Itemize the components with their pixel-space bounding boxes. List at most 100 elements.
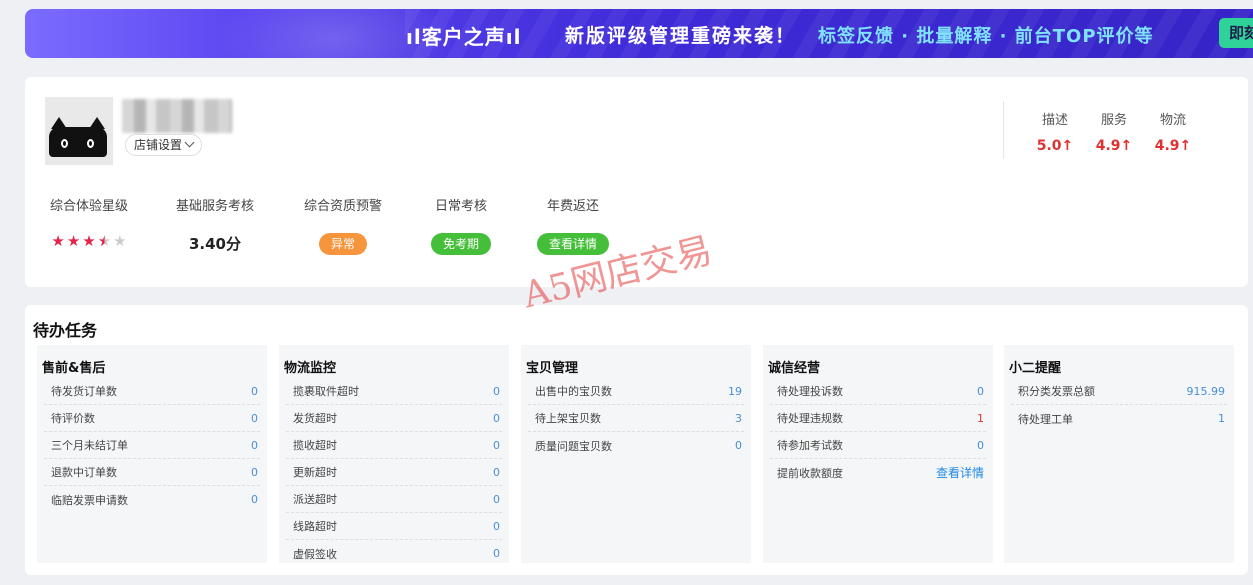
task-label: 积分类发票总额 [1018, 385, 1095, 398]
panel-title: 诚信经营 [768, 357, 827, 377]
metric-score: 3.40分 [188, 235, 241, 253]
metric-experience-stars: 综合体验星级 ★ ★ ★ ★ ★ [45, 195, 133, 249]
dsr-value: 4.9↑ [1095, 138, 1133, 154]
task-count[interactable]: 0 [493, 385, 500, 398]
panel-title: 宝贝管理 [526, 357, 585, 377]
task-count[interactable]: 0 [493, 439, 500, 452]
task-count[interactable]: 915.99 [1187, 385, 1226, 398]
task-label: 待处理违规数 [777, 412, 843, 425]
task-row[interactable]: 线路超时 0 [286, 513, 502, 540]
task-row[interactable]: 发货超时 0 [286, 405, 502, 432]
task-label: 质量问题宝贝数 [535, 439, 612, 453]
task-count[interactable]: 19 [728, 385, 742, 398]
divider [1003, 101, 1004, 159]
shop-settings-dropdown[interactable]: 店铺设置 [125, 134, 203, 156]
task-row[interactable]: 待处理违规数 1 [770, 405, 986, 432]
panel-title: 售前&售后 [42, 357, 112, 377]
task-row[interactable]: 待处理投诉数 0 [770, 378, 986, 405]
task-count[interactable]: 0 [977, 385, 984, 398]
panel-title-text: 小二提醒 [1009, 361, 1062, 376]
task-label: 虚假签收 [293, 547, 337, 561]
star-icon: ★ [51, 232, 65, 250]
shop-logo [45, 97, 113, 165]
promo-banner[interactable]: ıl客户之声ıl 新版评级管理重磅来袭！ 标签反馈 · 批量解释 · 前台TOP… [25, 9, 1253, 58]
view-details-link[interactable]: 查看详情 [936, 464, 984, 481]
shop-settings-label: 店铺设置 [134, 138, 183, 152]
task-count[interactable]: 0 [251, 493, 258, 506]
task-row[interactable]: 虚假签收 0 [286, 540, 502, 567]
task-row[interactable]: 揽收超时 0 [286, 432, 502, 459]
task-row[interactable]: 提前收款额度 查看详情 [770, 459, 986, 486]
task-label: 派送超时 [293, 493, 337, 506]
task-label: 待上架宝贝数 [535, 412, 601, 425]
task-label: 临赔发票申请数 [51, 493, 128, 507]
task-row[interactable]: 积分类发票总额 915.99 [1011, 378, 1227, 405]
task-row[interactable]: 待上架宝贝数 3 [528, 405, 744, 432]
task-count[interactable]: 1 [977, 412, 984, 425]
panel-title-text: 宝贝管理 [526, 361, 579, 376]
task-label: 揽裹取件超时 [293, 385, 359, 398]
task-row[interactable]: 质量问题宝贝数 0 [528, 432, 744, 459]
banner-cta-button[interactable]: 即刻体 [1219, 18, 1253, 48]
task-count[interactable]: 0 [493, 466, 500, 479]
task-count[interactable]: 1 [1218, 412, 1225, 425]
panel-title-text: 物流监控 [284, 361, 337, 376]
section-title: 待办任务 [33, 321, 98, 340]
task-row[interactable]: 待发货订单数 0 [44, 378, 260, 405]
task-count[interactable]: 0 [251, 466, 258, 479]
status-badge-exempt[interactable]: 免考期 [430, 233, 491, 255]
banner-features: 标签反馈 · 批量解释 · 前台TOP评价等 [818, 26, 1154, 47]
metric-label: 日常考核 [434, 199, 487, 214]
dsr-label: 服务 [1100, 113, 1127, 128]
todo-tasks-card: 待办任务 售前&售后 待发货订单数 0 待评价数 0 三个月未结订单 0 退款中订单数 0 临赔发… [25, 305, 1248, 575]
metric-basic-service: 基础服务考核 3.40分 [173, 195, 257, 253]
metric-label: 综合资质预警 [303, 199, 382, 214]
task-row[interactable]: 揽裹取件超时 0 [286, 378, 502, 405]
task-row[interactable]: 三个月未结订单 0 [44, 432, 260, 459]
cat-logo-icon [49, 117, 107, 157]
banner-brand: ıl客户之声ıl [406, 25, 522, 49]
task-count[interactable]: 0 [493, 412, 500, 425]
task-count[interactable]: 0 [251, 412, 258, 425]
task-label: 待评价数 [51, 412, 95, 425]
task-label: 线路超时 [293, 520, 337, 533]
task-row[interactable]: 出售中的宝贝数 19 [528, 378, 744, 405]
task-row[interactable]: 待评价数 0 [44, 405, 260, 432]
task-label: 提前收款额度 [777, 466, 843, 480]
task-row[interactable]: 退款中订单数 0 [44, 459, 260, 486]
task-row[interactable]: 临赔发票申请数 0 [44, 486, 260, 513]
task-count[interactable]: 0 [251, 439, 258, 452]
metric-qualification: 综合资质预警 异常 [301, 195, 385, 255]
task-label: 退款中订单数 [51, 466, 117, 479]
task-count[interactable]: 0 [977, 439, 984, 452]
task-label: 待处理工单 [1018, 412, 1073, 426]
task-row[interactable]: 更新超时 0 [286, 459, 502, 486]
dsr-label: 描述 [1041, 113, 1068, 128]
panel-title-text: 诚信经营 [768, 361, 821, 376]
task-count[interactable]: 0 [493, 520, 500, 533]
task-panel: 小二提醒积分类发票总额 915.99 待处理工单 1 [1004, 345, 1234, 563]
view-details-button[interactable]: 查看详情 [536, 233, 609, 255]
task-label: 揽收超时 [293, 439, 337, 452]
task-row[interactable]: 待处理工单 1 [1011, 405, 1227, 432]
task-row[interactable]: 派送超时 0 [286, 486, 502, 513]
shop-overview-card: 店铺设置 描述 5.0↑ 服务 4.9↑ 物流 4.9↑ 综合体验星级 ★ ★ ★ ★ ★ 基础服… [25, 77, 1248, 287]
task-row[interactable]: 待参加考试数 0 [770, 432, 986, 459]
task-count[interactable]: 0 [251, 385, 258, 398]
metric-label: 综合体验星级 [49, 199, 128, 214]
star-icon: ★ [97, 232, 112, 250]
task-count[interactable]: 3 [735, 412, 742, 425]
task-label: 发货超时 [293, 412, 337, 425]
task-count[interactable]: 0 [735, 439, 742, 452]
task-count[interactable]: 0 [493, 547, 500, 560]
task-label: 三个月未结订单 [51, 439, 128, 452]
task-label: 待发货订单数 [51, 385, 117, 398]
task-label: 出售中的宝贝数 [535, 385, 612, 398]
task-count[interactable]: 0 [493, 493, 500, 506]
task-label: 待参加考试数 [777, 439, 843, 452]
panel-title: 物流监控 [284, 357, 343, 377]
star-icon: ★ [82, 232, 96, 250]
dsr-value: 4.9↑ [1154, 138, 1192, 154]
task-panel: 宝贝管理出售中的宝贝数 19 待上架宝贝数 3 质量问题宝贝数 0 [521, 345, 751, 563]
status-badge-abnormal[interactable]: 异常 [318, 233, 367, 255]
